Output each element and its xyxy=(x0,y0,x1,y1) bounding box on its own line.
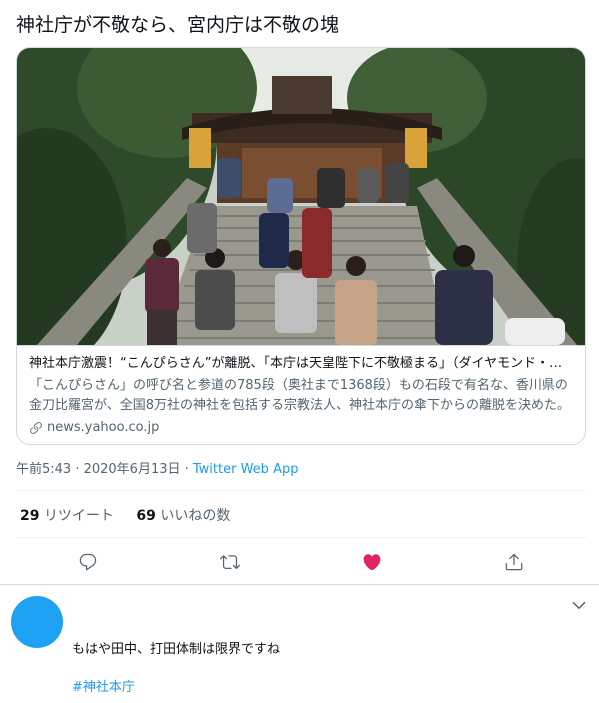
like-button[interactable] xyxy=(360,550,384,574)
card-title[interactable]: 神社本庁激震！“こんぴらさん”が離脱、「本庁は天皇陛下に不敬極まる」（ダイヤモン… xyxy=(29,354,573,374)
card-domain-text: news.yahoo.co.jp xyxy=(47,420,160,435)
tweet-stats: 29 リツイート 69 いいねの数 xyxy=(20,505,248,525)
card-description: 「こんぴらさん」の呼び名と参道の785段（奥社まで1368段）もの石段で有名な、… xyxy=(29,378,571,413)
heart-filled-icon xyxy=(363,554,381,571)
reply-icon xyxy=(79,553,97,571)
more-button[interactable] xyxy=(570,596,588,614)
card-body[interactable]: 神社本庁激震！“こんぴらさん”が離脱、「本庁は天皇陛下に不敬極まる」（ダイヤモン… xyxy=(17,345,585,444)
link-icon xyxy=(30,422,42,434)
tweet-text: 神社庁が不敬なら、宮内庁は不敬の塊 xyxy=(16,14,340,36)
card-domain[interactable]: news.yahoo.co.jp xyxy=(29,418,573,438)
reply-button[interactable] xyxy=(76,550,100,574)
retweets-label: リツイート xyxy=(43,508,114,524)
link-card[interactable]: 神社本庁激震！“こんぴらさん”が離脱、「本庁は天皇陛下に不敬極まる」（ダイヤモン… xyxy=(16,47,586,445)
likes-count: 69 xyxy=(136,508,156,524)
retweet-button[interactable] xyxy=(218,550,242,574)
retweets-count: 29 xyxy=(20,508,40,524)
tweet-actions xyxy=(0,548,599,576)
divider xyxy=(16,490,586,491)
shrine-stairs-photo xyxy=(17,48,585,345)
chevron-down-icon xyxy=(572,601,586,610)
retweets-stat[interactable]: 29 リツイート xyxy=(20,508,114,524)
tweet-meta: 午前5:43 · 2020年6月13日 · Twitter Web App xyxy=(16,458,298,477)
divider xyxy=(16,537,586,538)
card-image[interactable] xyxy=(17,48,585,345)
source-link[interactable]: Twitter Web App xyxy=(193,462,299,477)
divider xyxy=(0,584,599,585)
timestamp[interactable]: 午前5:43 · 2020年6月13日 · xyxy=(16,462,193,477)
reply-text: もはや田中、打田体制は限界ですね xyxy=(72,642,281,657)
likes-stat[interactable]: 69 いいねの数 xyxy=(136,508,230,524)
avatar[interactable] xyxy=(11,596,63,648)
likes-label: いいねの数 xyxy=(160,508,231,524)
share-icon xyxy=(505,553,523,571)
retweet-icon xyxy=(220,555,240,570)
hashtag-link[interactable]: #神社本庁 xyxy=(72,676,135,695)
share-button[interactable] xyxy=(502,550,526,574)
